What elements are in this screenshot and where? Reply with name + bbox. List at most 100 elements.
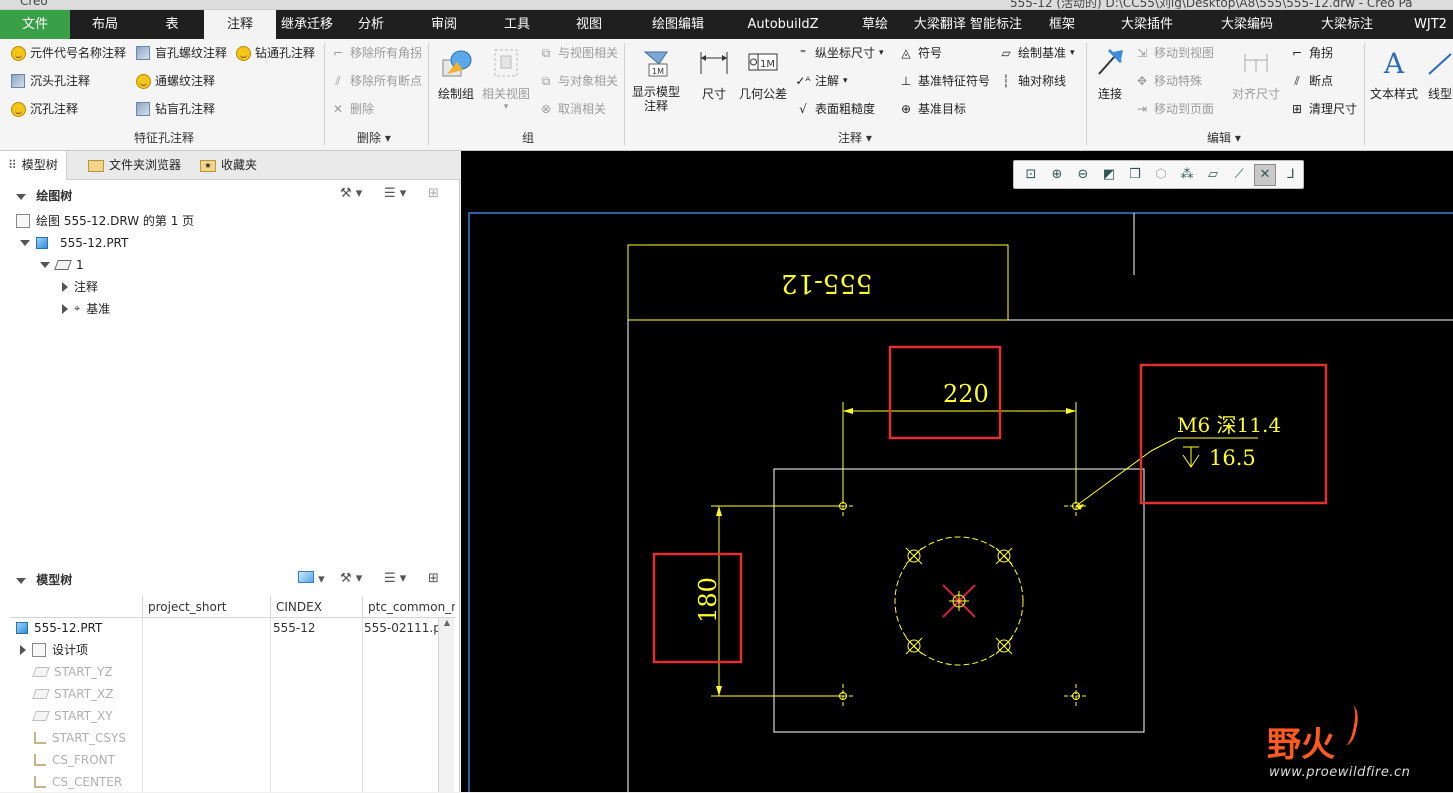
zoom-in-icon[interactable]: ⊕ (1046, 164, 1068, 186)
line-style-button[interactable]: 线型 (1420, 45, 1453, 102)
delete-group-label[interactable]: 删除 ▾ (357, 129, 391, 146)
show-list-icon[interactable]: ☰ ▾ (384, 571, 406, 589)
menu-beam-code[interactable]: 大梁编码 (1210, 10, 1284, 39)
dimension-button[interactable]: 尺寸 (688, 45, 740, 102)
menu-wjt2[interactable]: WJT2 (1408, 10, 1453, 39)
countersink-annotation-button[interactable]: 沉孔注释 (10, 98, 78, 120)
remove-all-breaks-button[interactable]: ⫽ 移除所有断点 (330, 70, 422, 92)
hole-note-line2[interactable]: 16.5 (1209, 446, 1256, 470)
filter-icon[interactable]: ⊞ (428, 571, 439, 589)
cleanup-dimensions-button[interactable]: ⊞ 清理尺寸 (1289, 98, 1357, 120)
menu-beam-translate[interactable]: 大梁翻译 智能标注 (906, 10, 1030, 39)
repaint-icon[interactable]: ◩ (1098, 164, 1120, 186)
menu-analysis[interactable]: 分析 (342, 10, 400, 39)
jog-button[interactable]: ⌐ 角拐 (1289, 42, 1333, 64)
tree-item-view[interactable]: 1 (40, 254, 84, 276)
drill-through-annotation-button[interactable]: 钻通孔注释 (235, 42, 315, 64)
blind-thread-annotation-button[interactable]: 盲孔螺纹注释 (135, 42, 227, 64)
menu-annotate[interactable]: 注释 (204, 10, 276, 39)
settings-hammer-icon[interactable]: ⚒ ▾ (340, 571, 362, 589)
show-model-annotations-button[interactable]: 1M 显示模型注释 (628, 45, 684, 113)
model-tree-row-start-csys[interactable]: START_CSYS (34, 727, 126, 749)
axis-symmetry-line-button[interactable]: ┆ 轴对称线 (998, 70, 1066, 92)
tree-item-part[interactable]: 555-12.PRT (20, 232, 128, 254)
counterbore-annotation-button[interactable]: 沉头孔注释 (10, 70, 90, 92)
refit-icon[interactable]: ⊡ (1020, 164, 1042, 186)
datum-feature-symbol-button[interactable]: ⊥ 基准特征符号 (898, 70, 990, 92)
draw-datum-button[interactable]: ▱ 绘制基准 ▾ (998, 42, 1074, 64)
related-view-button[interactable]: 相关视图 ▾ (478, 45, 534, 112)
move-to-page-button[interactable]: ⇥ 移动到页面 (1134, 98, 1214, 120)
saved-views-icon[interactable]: ⬡ (1150, 164, 1172, 186)
text-style-button[interactable]: A 文本样式 (1366, 45, 1422, 102)
column-ptc-common-name[interactable]: ptc_common_n (362, 596, 455, 618)
relate-to-object-button[interactable]: ⧉ 与对象相关 (538, 70, 618, 92)
menu-sketch[interactable]: 草绘 (852, 10, 898, 39)
tree-item-datums[interactable]: ⌖ 基准 (62, 298, 110, 320)
display-style-icon[interactable]: ❒ (1124, 164, 1146, 186)
column-cindex[interactable]: CINDEX (270, 596, 362, 618)
menu-legacy-migration[interactable]: 继承迁移 (276, 10, 338, 39)
relate-to-view-button[interactable]: ⧉ 与视图相关 (538, 42, 618, 64)
zoom-out-icon[interactable]: ⊖ (1072, 164, 1094, 186)
settings-hammer-icon[interactable]: ⚒ ▾ (340, 186, 362, 204)
model-tree-row-cs-front[interactable]: CS_FRONT (34, 749, 115, 771)
scroll-up-icon[interactable]: ▲ (439, 618, 455, 632)
move-to-view-button[interactable]: ⇲ 移动到视图 (1134, 42, 1214, 64)
edit-group-label[interactable]: 编辑 ▾ (1207, 129, 1241, 146)
menu-file[interactable]: 文件 (0, 10, 70, 39)
menu-autobuildz[interactable]: AutobuildZ (740, 10, 826, 39)
ordinate-dimension-button[interactable]: ⁼ 纵坐标尺寸 ▾ (795, 42, 884, 64)
unrelate-button[interactable]: ⊗ 取消相关 (538, 98, 606, 120)
menu-tools[interactable]: 工具 (486, 10, 548, 39)
annotate-group-label[interactable]: 注释 ▾ (838, 129, 872, 146)
menu-view[interactable]: 视图 (558, 10, 620, 39)
graphics-window[interactable]: 555-12 220 180 M6 深11.4 16.5 ⊡ ⊕ ⊖ ◩ ❒ ⬡… (461, 151, 1453, 792)
datum-target-button[interactable]: ⊕ 基准目标 (898, 98, 966, 120)
title-block-text[interactable]: 555-12 (781, 268, 873, 298)
tree-item-annotations[interactable]: 注释 (62, 276, 98, 298)
dimension-180[interactable]: 180 (694, 577, 722, 623)
connect-button[interactable]: 连接 (1082, 45, 1138, 102)
model-tree-row-start-xz[interactable]: START_XZ (32, 683, 113, 705)
align-dimension-button[interactable]: 对齐尺寸 (1228, 45, 1284, 102)
tree-item-drawing-sheet[interactable]: 绘图 555-12.DRW 的第 1 页 (16, 210, 194, 232)
filter-icon[interactable]: ⊞ (428, 186, 439, 204)
geometric-tolerance-button[interactable]: 1M 几何公差 (734, 45, 792, 102)
hole-note-line1[interactable]: M6 深11.4 (1177, 409, 1281, 438)
break-button[interactable]: ⫽ 断点 (1289, 70, 1333, 92)
model-tree-row-start-xy[interactable]: START_XY (32, 705, 113, 727)
menu-frame[interactable]: 框架 (1040, 10, 1084, 39)
delete-button[interactable]: ✕ 删除 (330, 98, 374, 120)
menu-beam-plugin[interactable]: 大梁插件 (1110, 10, 1184, 39)
model-tree-scrollbar[interactable]: ▲ (438, 618, 454, 792)
menu-beam-annotate[interactable]: 大梁标注 (1310, 10, 1384, 39)
show-list-icon[interactable]: ☰ ▾ (384, 186, 406, 204)
dimension-220[interactable]: 220 (943, 380, 989, 408)
menu-table[interactable]: 表 (140, 10, 204, 39)
note-button[interactable]: ✓ᴬ 注解 ▾ (795, 70, 847, 92)
draw-group-button[interactable]: 绘制组 (428, 45, 484, 102)
model-display-icon[interactable]: ▾ (298, 571, 325, 589)
plane-display-icon[interactable]: ▱ (1202, 164, 1224, 186)
symbol-button[interactable]: ◬ 符号 (898, 42, 942, 64)
model-tree-row-design-items[interactable]: 设计项 (20, 639, 88, 661)
point-display-icon[interactable]: ✕ (1254, 163, 1276, 186)
menu-layout[interactable]: 布局 (70, 10, 140, 39)
csys-display-icon[interactable]: ⅃ (1280, 164, 1302, 186)
model-tree-row-start-yz[interactable]: START_YZ (32, 661, 113, 683)
drill-blind-annotation-button[interactable]: 钻盲孔注释 (135, 98, 215, 120)
column-project-short[interactable]: project_short (142, 596, 270, 618)
move-special-button[interactable]: ✥ 移动特殊 (1134, 70, 1202, 92)
surface-finish-button[interactable]: √ 表面粗糙度 (795, 98, 875, 120)
model-tree-row-cs-center[interactable]: CS_CENTER (34, 771, 122, 793)
tab-folder-browser[interactable]: 文件夹浏览器 (88, 151, 181, 180)
part-code-name-annotation-button[interactable]: 元件代号名称注释 (10, 42, 126, 64)
datum-display-icon[interactable]: ⁂ (1176, 164, 1198, 186)
model-tree-row-part[interactable]: 555-12.PRT (16, 617, 102, 639)
menu-review[interactable]: 审阅 (413, 10, 475, 39)
tab-favorites[interactable]: ★ 收藏夹 (200, 151, 257, 180)
axis-display-icon[interactable]: ⟋ (1228, 164, 1250, 186)
through-thread-annotation-button[interactable]: 通螺纹注释 (135, 70, 215, 92)
menu-drawing-edit[interactable]: 绘图编辑 (638, 10, 718, 39)
